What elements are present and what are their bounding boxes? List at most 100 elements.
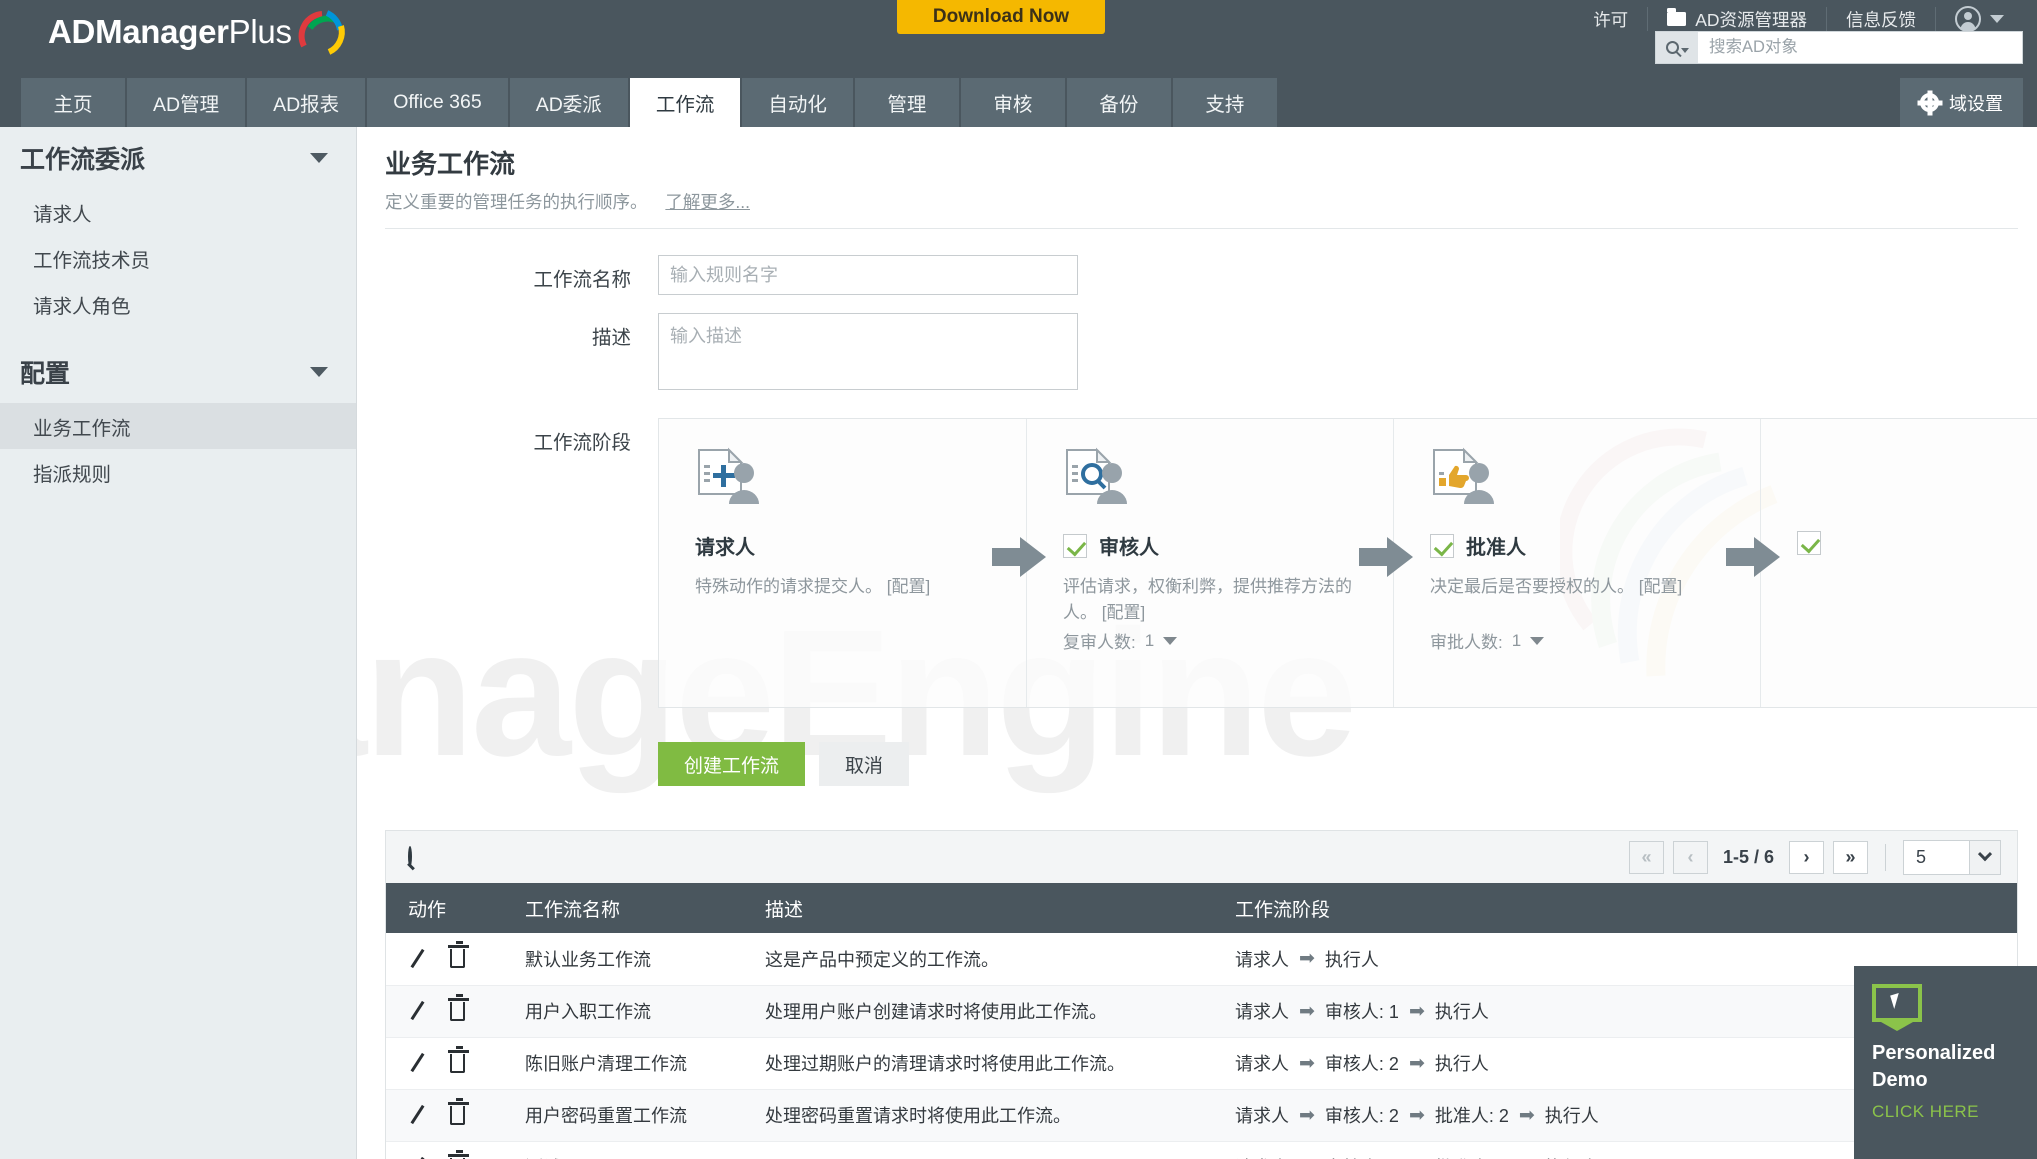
edit-icon[interactable] — [408, 1105, 428, 1125]
workflow-name-input[interactable] — [658, 255, 1078, 295]
monitor-cursor-icon — [1872, 984, 1922, 1022]
search-input[interactable] — [1698, 37, 2022, 58]
nav-tab-automation[interactable]: 自动化 — [742, 78, 853, 127]
stage-title: 批准人 — [1466, 537, 1526, 559]
stage-chip: 批准人: 2 — [1434, 1106, 1509, 1126]
last-page-button[interactable]: » — [1833, 840, 1868, 874]
license-link[interactable]: 许可 — [1574, 6, 1647, 32]
row-description — [743, 1141, 1213, 1159]
workflow-name-label: 工作流名称 — [533, 269, 631, 291]
delete-icon[interactable] — [448, 993, 469, 1021]
logo-label: ADManagerPlus — [48, 13, 292, 50]
personalized-demo-widget[interactable]: Personalized Demo CLICK HERE — [1854, 966, 2037, 1159]
sidebar-group-workflow-delegation[interactable]: 工作流委派 — [0, 127, 356, 189]
approver-count-dropdown[interactable]: 审批人数: 1 — [1430, 628, 1545, 653]
nav-tab-office365[interactable]: Office 365 — [367, 78, 508, 127]
stage-title-row — [1797, 531, 2037, 555]
reviewer-count-dropdown[interactable]: 复审人数: 1 — [1063, 628, 1178, 653]
stage-chip: 请求人 — [1235, 1154, 1289, 1159]
user-account-menu[interactable] — [1936, 6, 2023, 32]
nav-tab-home[interactable]: 主页 — [21, 78, 125, 127]
search-scope-button[interactable] — [1656, 32, 1698, 63]
nav-tab-backup[interactable]: 备份 — [1066, 78, 1171, 127]
sidebar-item-requester[interactable]: 请求人 — [0, 189, 356, 235]
sidebar-group-title: 工作流委派 — [20, 146, 146, 174]
nav-tab-ad-reports[interactable]: AD报表 — [247, 78, 366, 127]
table-search-button[interactable] — [408, 846, 412, 867]
prev-page-button[interactable]: ‹ — [1672, 840, 1708, 874]
row-description: 处理过期账户的清理请求时将使用此工作流。 — [743, 1037, 1213, 1090]
workflow-form: 工作流名称 描述 工作流阶段 — [358, 255, 2037, 786]
sidebar-group-configuration[interactable]: 配置 — [0, 341, 356, 403]
stage-card-approver[interactable]: 批准人 决定最后是否要授权的人。 [配置] 审批人数: 1 — [1393, 419, 1760, 707]
chevron-down-icon — [1680, 47, 1689, 53]
column-header-description: 描述 — [743, 884, 1213, 933]
table-row[interactable]: 默认业务工作流 这是产品中预定义的工作流。 请求人 ➡ 执行人 — [386, 933, 2017, 986]
divider — [1885, 843, 1886, 871]
delete-icon[interactable] — [448, 941, 469, 969]
table-row[interactable]: 用户密码重置工作流 处理密码重置请求时将使用此工作流。 请求人 ➡ 审核人: 2… — [386, 1089, 2017, 1142]
table-body: 默认业务工作流 这是产品中预定义的工作流。 请求人 ➡ 执行人 用户入职工作流 … — [386, 933, 2017, 1159]
first-page-button[interactable]: « — [1628, 840, 1664, 874]
nav-tab-admin[interactable]: 管理 — [854, 78, 959, 127]
chevron-down-icon — [1990, 15, 2004, 23]
nav-tab-workflow[interactable]: 工作流 — [629, 78, 741, 127]
domain-settings-button[interactable]: 域设置 — [1900, 78, 2023, 127]
stage-chip: 执行人 — [1434, 1002, 1489, 1022]
nav-tab-ad-management[interactable]: AD管理 — [127, 78, 246, 127]
stage-card-executor[interactable] — [1760, 419, 2037, 707]
table-row[interactable]: 用户入职工作流 处理用户账户创建请求时将使用此工作流。 请求人 ➡ 审核人: 1… — [386, 985, 2017, 1038]
edit-icon[interactable] — [408, 1001, 428, 1021]
column-header-stages: 工作流阶段 — [1213, 884, 2017, 933]
cursor-icon — [1890, 992, 1903, 1010]
stage-card-requester[interactable]: 请求人 特殊动作的请求提交人。 [配置] — [659, 419, 1026, 707]
nav-tab-ad-delegation[interactable]: AD委派 — [509, 78, 628, 127]
stage-enable-checkbox[interactable] — [1797, 531, 1821, 555]
stage-chip: 执行人 — [1544, 1106, 1599, 1126]
ad-explorer-link[interactable]: AD资源管理器 — [1648, 6, 1826, 32]
workflow-description-label: 描述 — [591, 327, 631, 349]
sidebar-item-business-workflow[interactable]: 业务工作流 — [0, 403, 356, 449]
next-page-button[interactable]: › — [1789, 840, 1824, 874]
row-workflow-name: 默认业务工作流 — [503, 933, 743, 986]
column-header-action: 动作 — [386, 884, 503, 933]
demo-cta-link[interactable]: CLICK HERE — [1872, 1102, 2021, 1122]
global-search[interactable] — [1655, 31, 2023, 64]
table-row[interactable]: 测试 请求人 ➡ 审核人: 1 ➡ 批准人: 1 ➡ 执行人 — [386, 1141, 2017, 1159]
edit-icon[interactable] — [408, 1053, 428, 1073]
create-workflow-button[interactable]: 创建工作流 — [658, 742, 806, 786]
stage-chip: 审核人: 2 — [1324, 1054, 1399, 1074]
arrow-right-icon: ➡ — [1408, 1000, 1425, 1022]
row-workflow-name: 用户入职工作流 — [503, 985, 743, 1038]
stage-chip: 请求人 — [1235, 949, 1289, 970]
nav-tab-support[interactable]: 支持 — [1172, 78, 1277, 127]
feedback-label: 信息反馈 — [1846, 9, 1916, 30]
document-execute-user-icon — [1797, 447, 2037, 509]
cancel-button[interactable]: 取消 — [819, 742, 910, 786]
stage-chip: 执行人 — [1434, 1054, 1489, 1074]
stage-description: 决定最后是否要授权的人。 [配置] — [1430, 577, 1683, 596]
nav-tab-audit[interactable]: 审核 — [960, 78, 1065, 127]
sidebar-item-requester-role[interactable]: 请求人角色 — [0, 281, 356, 327]
row-actions — [386, 1037, 503, 1090]
page-header: 业务工作流 定义重要的管理任务的执行顺序。 了解更多... — [358, 127, 2037, 214]
stage-enable-checkbox[interactable] — [1063, 533, 1087, 558]
download-now-button[interactable]: Download Now — [897, 0, 1105, 34]
stage-enable-checkbox[interactable] — [1430, 533, 1454, 558]
stage-card-reviewer[interactable]: 审核人 评估请求，权衡利弊，提供推荐方法的人。 [配置] 复审人数: 1 — [1026, 419, 1393, 707]
sidebar-item-assignment-rules[interactable]: 指派规则 — [0, 449, 356, 495]
learn-more-link[interactable]: 了解更多... — [665, 192, 750, 212]
arrow-right-icon: ➡ — [1299, 948, 1315, 970]
workflow-description-input[interactable] — [658, 313, 1078, 390]
sidebar-item-workflow-technician[interactable]: 工作流技术员 — [0, 235, 356, 281]
page-size-select[interactable]: 5 — [1903, 839, 2001, 875]
table-row[interactable]: 陈旧账户清理工作流 处理过期账户的清理请求时将使用此工作流。 请求人 ➡ 审核人… — [386, 1037, 2017, 1090]
delete-icon[interactable] — [448, 1097, 469, 1125]
workflow-stages-panel: 请求人 特殊动作的请求提交人。 [配置] 审核人 评估请求，权衡利弊，提供推荐方… — [658, 418, 2037, 708]
stage-title-row: 批准人 — [1430, 531, 1724, 560]
delete-icon[interactable] — [448, 1045, 469, 1073]
edit-icon[interactable] — [408, 949, 428, 969]
feedback-link[interactable]: 信息反馈 — [1827, 6, 1935, 32]
app-logo[interactable]: ADManagerPlus — [48, 6, 348, 58]
